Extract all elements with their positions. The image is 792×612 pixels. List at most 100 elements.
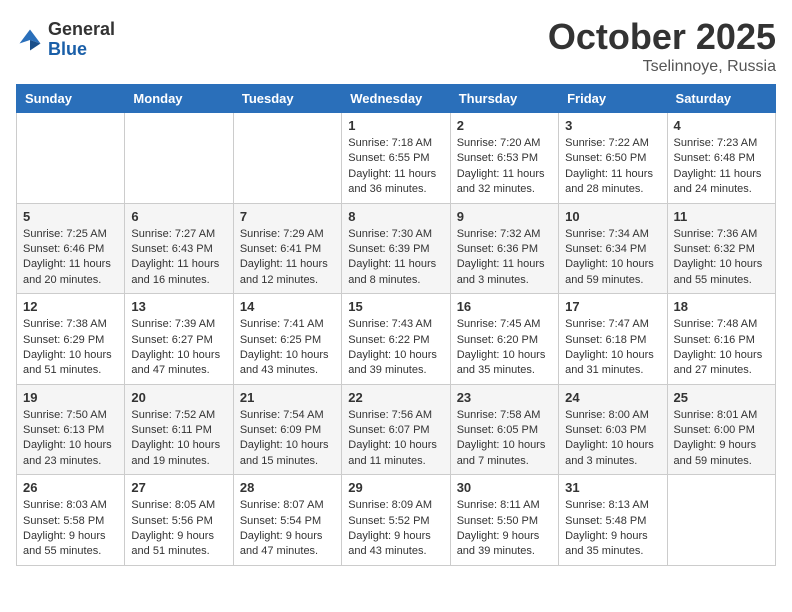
calendar-cell: 20 Sunrise: 7:52 AMSunset: 6:11 PMDayligh… <box>125 384 233 475</box>
day-number: 14 <box>240 299 335 314</box>
calendar-cell: 12Sunrise: 7:38 AMSunset: 6:29 PMDayligh… <box>17 294 125 385</box>
calendar-cell <box>667 475 775 566</box>
day-number: 10 <box>565 209 660 224</box>
day-info: Sunrise: 7:45 AMSunset: 6:20 PMDaylight:… <box>457 317 552 379</box>
day-number: 17 <box>565 299 660 314</box>
day-number: 12 <box>23 299 118 314</box>
day-number: 13 <box>131 299 226 314</box>
day-info: Sunrise: 8:13 AMSunset: 5:48 PMDaylight:… <box>565 498 660 560</box>
day-number: 20 <box>131 390 226 405</box>
calendar-week-4: 19 Sunrise: 7:50 AMSunset: 6:13 PMDayligh… <box>17 384 776 475</box>
day-info: Sunrise: 7:48 AMSunset: 6:16 PMDaylight:… <box>674 317 769 379</box>
day-number: 15 <box>348 299 443 314</box>
logo: General Blue <box>16 20 115 60</box>
day-info: Sunrise: 8:11 AMSunset: 5:50 PMDaylight:… <box>457 498 552 560</box>
day-info: Sunrise: 7:32 AMSunset: 6:36 PMDaylight:… <box>457 227 552 289</box>
calendar-cell: 2Sunrise: 7:20 AMSunset: 6:53 PMDaylight… <box>450 113 558 204</box>
day-number: 24 <box>565 390 660 405</box>
day-info: Sunrise: 7:52 AMSunset: 6:11 PMDaylight:… <box>131 408 226 470</box>
calendar-cell: 22 Sunrise: 7:56 AMSunset: 6:07 PMDayligh… <box>342 384 450 475</box>
day-number: 26 <box>23 480 118 495</box>
day-number: 21 <box>240 390 335 405</box>
day-number: 7 <box>240 209 335 224</box>
day-number: 25 <box>674 390 769 405</box>
calendar-cell: 23 Sunrise: 7:58 AMSunset: 6:05 PMDayligh… <box>450 384 558 475</box>
day-info: Sunrise: 8:09 AMSunset: 5:52 PMDaylight:… <box>348 498 443 560</box>
day-info: Sunrise: 7:27 AMSunset: 6:43 PMDaylight:… <box>131 227 226 289</box>
day-info: Sunrise: 8:07 AMSunset: 5:54 PMDaylight:… <box>240 498 335 560</box>
day-info: Sunrise: 7:58 AMSunset: 6:05 PMDaylight:… <box>457 408 552 470</box>
day-number: 5 <box>23 209 118 224</box>
day-info: Sunrise: 7:30 AMSunset: 6:39 PMDaylight:… <box>348 227 443 289</box>
day-number: 22 <box>348 390 443 405</box>
day-number: 16 <box>457 299 552 314</box>
day-info: Sunrise: 7:39 AMSunset: 6:27 PMDaylight:… <box>131 317 226 379</box>
weekday-header-monday: Monday <box>125 85 233 113</box>
day-info: Sunrise: 7:50 AMSunset: 6:13 PMDaylight:… <box>23 408 118 470</box>
calendar-cell: 27 Sunrise: 8:05 AMSunset: 5:56 PMDayligh… <box>125 475 233 566</box>
calendar-cell: 19 Sunrise: 7:50 AMSunset: 6:13 PMDayligh… <box>17 384 125 475</box>
calendar-cell: 10 Sunrise: 7:34 AMSunset: 6:34 PMDayligh… <box>559 203 667 294</box>
calendar-cell: 24Sunrise: 8:00 AMSunset: 6:03 PMDayligh… <box>559 384 667 475</box>
day-info: Sunrise: 8:03 AMSunset: 5:58 PMDaylight:… <box>23 498 118 560</box>
day-info: Sunrise: 7:29 AMSunset: 6:41 PMDaylight:… <box>240 227 335 289</box>
calendar-cell: 9 Sunrise: 7:32 AMSunset: 6:36 PMDaylight… <box>450 203 558 294</box>
day-info: Sunrise: 7:47 AMSunset: 6:18 PMDaylight:… <box>565 317 660 379</box>
calendar-cell: 17 Sunrise: 7:47 AMSunset: 6:18 PMDayligh… <box>559 294 667 385</box>
logo-icon <box>16 26 44 54</box>
location-text: Tselinnoye, Russia <box>548 58 776 76</box>
calendar-cell: 28Sunrise: 8:07 AMSunset: 5:54 PMDayligh… <box>233 475 341 566</box>
weekday-header-saturday: Saturday <box>667 85 775 113</box>
day-info: Sunrise: 7:43 AMSunset: 6:22 PMDaylight:… <box>348 317 443 379</box>
weekday-header-wednesday: Wednesday <box>342 85 450 113</box>
day-number: 9 <box>457 209 552 224</box>
calendar-cell: 31 Sunrise: 8:13 AMSunset: 5:48 PMDayligh… <box>559 475 667 566</box>
day-number: 2 <box>457 118 552 133</box>
day-number: 4 <box>674 118 769 133</box>
calendar-cell <box>233 113 341 204</box>
calendar-cell: 1 Sunrise: 7:18 AMSunset: 6:55 PMDaylight… <box>342 113 450 204</box>
day-info: Sunrise: 8:05 AMSunset: 5:56 PMDaylight:… <box>131 498 226 560</box>
calendar-cell: 8 Sunrise: 7:30 AMSunset: 6:39 PMDaylight… <box>342 203 450 294</box>
day-info: Sunrise: 8:01 AMSunset: 6:00 PMDaylight:… <box>674 408 769 470</box>
calendar-cell: 25 Sunrise: 8:01 AMSunset: 6:00 PMDayligh… <box>667 384 775 475</box>
calendar-cell: 3Sunrise: 7:22 AMSunset: 6:50 PMDaylight… <box>559 113 667 204</box>
day-number: 18 <box>674 299 769 314</box>
calendar-cell: 6 Sunrise: 7:27 AMSunset: 6:43 PMDaylight… <box>125 203 233 294</box>
day-number: 6 <box>131 209 226 224</box>
day-number: 30 <box>457 480 552 495</box>
calendar-cell: 4Sunrise: 7:23 AMSunset: 6:48 PMDaylight… <box>667 113 775 204</box>
calendar-table: SundayMondayTuesdayWednesdayThursdayFrid… <box>16 84 776 566</box>
day-number: 31 <box>565 480 660 495</box>
day-info: Sunrise: 7:25 AMSunset: 6:46 PMDaylight:… <box>23 227 118 289</box>
day-number: 23 <box>457 390 552 405</box>
calendar-week-3: 12Sunrise: 7:38 AMSunset: 6:29 PMDayligh… <box>17 294 776 385</box>
calendar-cell: 21 Sunrise: 7:54 AMSunset: 6:09 PMDayligh… <box>233 384 341 475</box>
day-info: Sunrise: 7:34 AMSunset: 6:34 PMDaylight:… <box>565 227 660 289</box>
day-number: 27 <box>131 480 226 495</box>
weekday-header-tuesday: Tuesday <box>233 85 341 113</box>
weekday-header-sunday: Sunday <box>17 85 125 113</box>
logo-blue-text: Blue <box>48 40 115 60</box>
day-info: Sunrise: 7:18 AMSunset: 6:55 PMDaylight:… <box>348 136 443 198</box>
day-number: 19 <box>23 390 118 405</box>
calendar-cell: 26 Sunrise: 8:03 AMSunset: 5:58 PMDayligh… <box>17 475 125 566</box>
day-number: 8 <box>348 209 443 224</box>
calendar-cell: 15 Sunrise: 7:43 AMSunset: 6:22 PMDayligh… <box>342 294 450 385</box>
calendar-cell: 30 Sunrise: 8:11 AMSunset: 5:50 PMDayligh… <box>450 475 558 566</box>
day-info: Sunrise: 7:36 AMSunset: 6:32 PMDaylight:… <box>674 227 769 289</box>
day-info: Sunrise: 7:56 AMSunset: 6:07 PMDaylight:… <box>348 408 443 470</box>
month-title: October 2025 <box>548 16 776 58</box>
day-info: Sunrise: 7:41 AMSunset: 6:25 PMDaylight:… <box>240 317 335 379</box>
title-section: October 2025 Tselinnoye, Russia <box>548 16 776 76</box>
weekday-header-thursday: Thursday <box>450 85 558 113</box>
day-number: 1 <box>348 118 443 133</box>
calendar-cell: 7 Sunrise: 7:29 AMSunset: 6:41 PMDaylight… <box>233 203 341 294</box>
calendar-cell: 11Sunrise: 7:36 AMSunset: 6:32 PMDayligh… <box>667 203 775 294</box>
calendar-week-2: 5 Sunrise: 7:25 AMSunset: 6:46 PMDaylight… <box>17 203 776 294</box>
day-info: Sunrise: 7:54 AMSunset: 6:09 PMDaylight:… <box>240 408 335 470</box>
calendar-week-1: 1 Sunrise: 7:18 AMSunset: 6:55 PMDaylight… <box>17 113 776 204</box>
calendar-cell: 29 Sunrise: 8:09 AMSunset: 5:52 PMDayligh… <box>342 475 450 566</box>
day-number: 29 <box>348 480 443 495</box>
weekday-header-row: SundayMondayTuesdayWednesdayThursdayFrid… <box>17 85 776 113</box>
